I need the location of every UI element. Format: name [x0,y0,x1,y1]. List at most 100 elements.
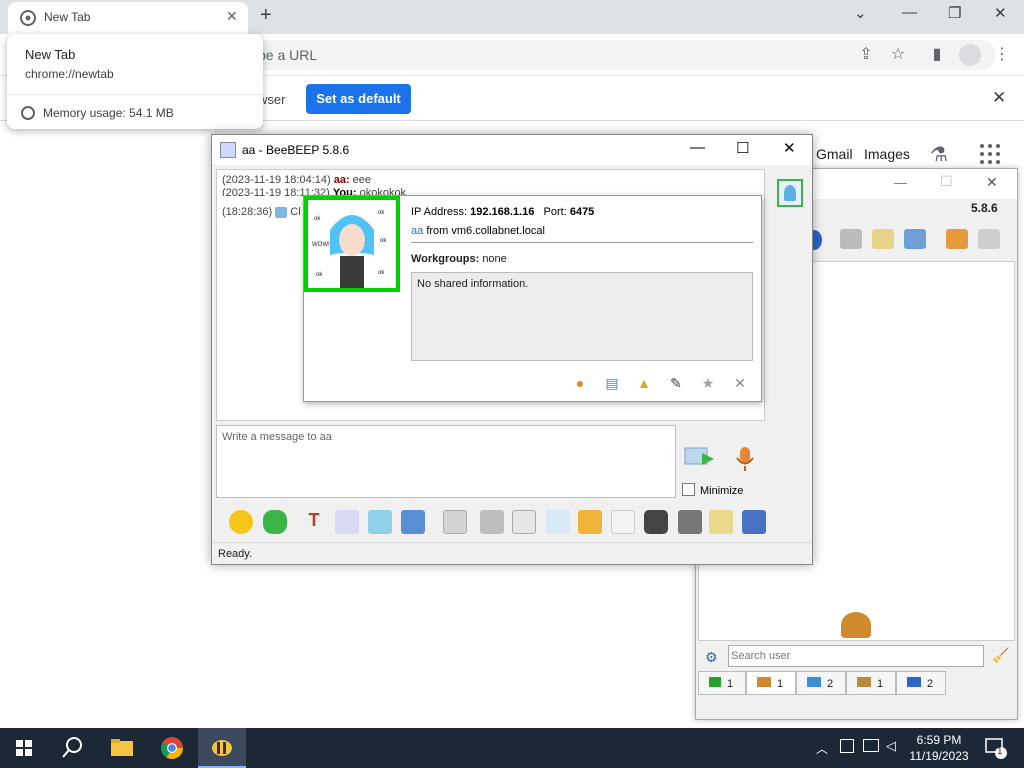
clock-date: 11/19/2023 [909,749,969,763]
trash-icon[interactable] [978,229,1000,249]
chat-message: (2023-11-19 18:04:14) aa: eee [222,174,371,186]
profile-avatar[interactable] [959,44,981,66]
host-text: from vm6.collabnet.local [426,225,545,237]
color-icon[interactable] [335,510,359,534]
omnibox[interactable]: pe a URL [236,40,996,70]
search-user-input[interactable]: Search user [728,645,984,667]
filter-icon[interactable] [368,510,392,534]
code-icon[interactable] [611,510,635,534]
google-apps-icon[interactable] [980,144,1000,164]
minimize-button[interactable]: — [894,175,907,190]
close-button[interactable]: ✕ [994,4,1007,22]
font-icon[interactable]: T [302,510,326,534]
ip-value: 192.168.1.16 [470,206,535,218]
send-message-icon[interactable] [684,445,718,471]
minimize-button[interactable]: — [902,4,917,21]
send-folder-icon[interactable] [578,510,602,534]
svg-text:ok: ok [378,270,385,276]
workgroups-label: Workgroups: [411,253,480,265]
system-clock[interactable]: 6:59 PM 11/19/2023 [902,732,976,764]
user-avatar-thumbnail[interactable] [777,179,803,207]
side-panel-icon[interactable]: ▮ [927,44,947,64]
microphone-icon[interactable] [734,445,756,473]
tab-count: 1 [727,678,734,690]
minimize-checkbox[interactable] [682,483,695,496]
search-icon[interactable] [48,728,96,768]
dictionary-icon[interactable] [480,510,504,534]
settings-icon[interactable] [401,510,425,534]
settings-gear-icon[interactable]: ⚙ [705,649,718,666]
spellcheck-icon[interactable] [443,510,467,534]
volume-muted-icon[interactable]: ◁ [886,738,896,754]
new-tab-button[interactable]: + [260,4,272,27]
chat-bubble-icon[interactable]: ● [571,374,589,392]
network-icon[interactable] [863,739,879,752]
labs-flask-icon[interactable]: ⚗ [930,142,948,167]
tab-count: 1 [777,678,784,690]
gmail-link[interactable]: Gmail [816,146,853,162]
clear-broom-icon[interactable]: 🧹 [992,647,1009,664]
remove-icon[interactable]: ✕ [731,374,749,392]
close-button[interactable]: ✕ [986,174,998,191]
music-note-icon[interactable] [512,510,536,534]
emoji-picker-icon[interactable] [263,510,287,534]
send-file-icon[interactable]: ▤ [603,374,621,392]
beebeep-taskbar-icon[interactable] [198,728,246,768]
tab-shares[interactable]: 2 [896,671,946,695]
infobar-close-button[interactable]: ✕ [992,88,1006,108]
user-info-popup: ok ok WOW! ok ok ok IP Address: 192.168.… [303,195,762,402]
memory-gauge-icon [21,106,35,120]
window-titlebar: aa - BeeBEEP 5.8.6 — ☐ ✕ [212,135,812,165]
maximize-button[interactable]: ☐ [940,173,953,190]
minimize-button[interactable]: — [690,139,705,156]
tools-icon[interactable] [904,229,926,249]
popup-actions: ● ▤ ▲ ✎ ★ ✕ [567,374,757,396]
user-host-line: aa from vm6.collabnet.local [411,225,545,237]
maximize-button[interactable]: ☐ [736,139,749,157]
keyboard-icon[interactable] [678,510,702,534]
tab-chats[interactable]: 2 [796,671,846,695]
tab-count: 2 [927,678,934,690]
mail-icon[interactable] [840,229,862,249]
tab-groups[interactable]: 1 [846,671,896,695]
divider [411,242,753,243]
security-icon[interactable] [840,739,854,753]
show-hidden-icons-chevron-icon[interactable]: ︿ [816,740,828,757]
images-link[interactable]: Images [864,146,910,162]
tab-new-tab[interactable]: New Tab ✕ [8,2,248,34]
star-icon[interactable]: ★ [699,374,717,392]
notes-icon[interactable] [709,510,733,534]
file-explorer-icon[interactable] [98,728,146,768]
message-user: aa: [333,174,350,186]
close-button[interactable]: ✕ [783,139,796,157]
restore-button[interactable]: ❐ [948,4,961,22]
version-label: 5.8.6 [971,201,998,215]
save-icon[interactable] [742,510,766,534]
shared-info-box: No shared information. [411,272,753,361]
screenshot-icon[interactable] [644,510,668,534]
svg-text:ok: ok [378,210,385,216]
chrome-taskbar-icon[interactable] [148,728,196,768]
update-icon[interactable] [946,229,968,249]
color-picker-icon[interactable]: ✎ [667,374,685,392]
share-icon[interactable]: ⇪ [856,44,876,64]
notification-center-icon[interactable]: 1 [984,736,1008,760]
tab-users[interactable]: 1 [746,671,796,695]
tab-close-button[interactable]: ✕ [226,8,238,25]
tab-search-button[interactable]: ⌄ [854,4,867,22]
menu-kebab-icon[interactable]: ⋮ [992,44,1012,64]
bell-icon[interactable]: ▲ [635,374,653,392]
port-value: 6475 [569,206,595,218]
send-file-icon[interactable] [546,510,570,534]
message-time: (18:28:36) [222,206,273,218]
tab-online-users[interactable]: 1 [698,671,746,695]
beebeep-app-icon [220,142,236,158]
emoticon-icon[interactable] [229,510,253,534]
start-button[interactable] [0,728,48,768]
set-as-default-button[interactable]: Set as default [306,84,411,114]
tab-hover-card: New Tab chrome://newtab Memory usage: 54… [7,34,263,129]
edit-icon[interactable] [872,229,894,249]
user-avatar: ok ok WOW! ok ok ok [304,196,400,292]
bookmark-star-icon[interactable]: ☆ [888,44,908,64]
message-input[interactable]: Write a message to aa [216,425,676,498]
